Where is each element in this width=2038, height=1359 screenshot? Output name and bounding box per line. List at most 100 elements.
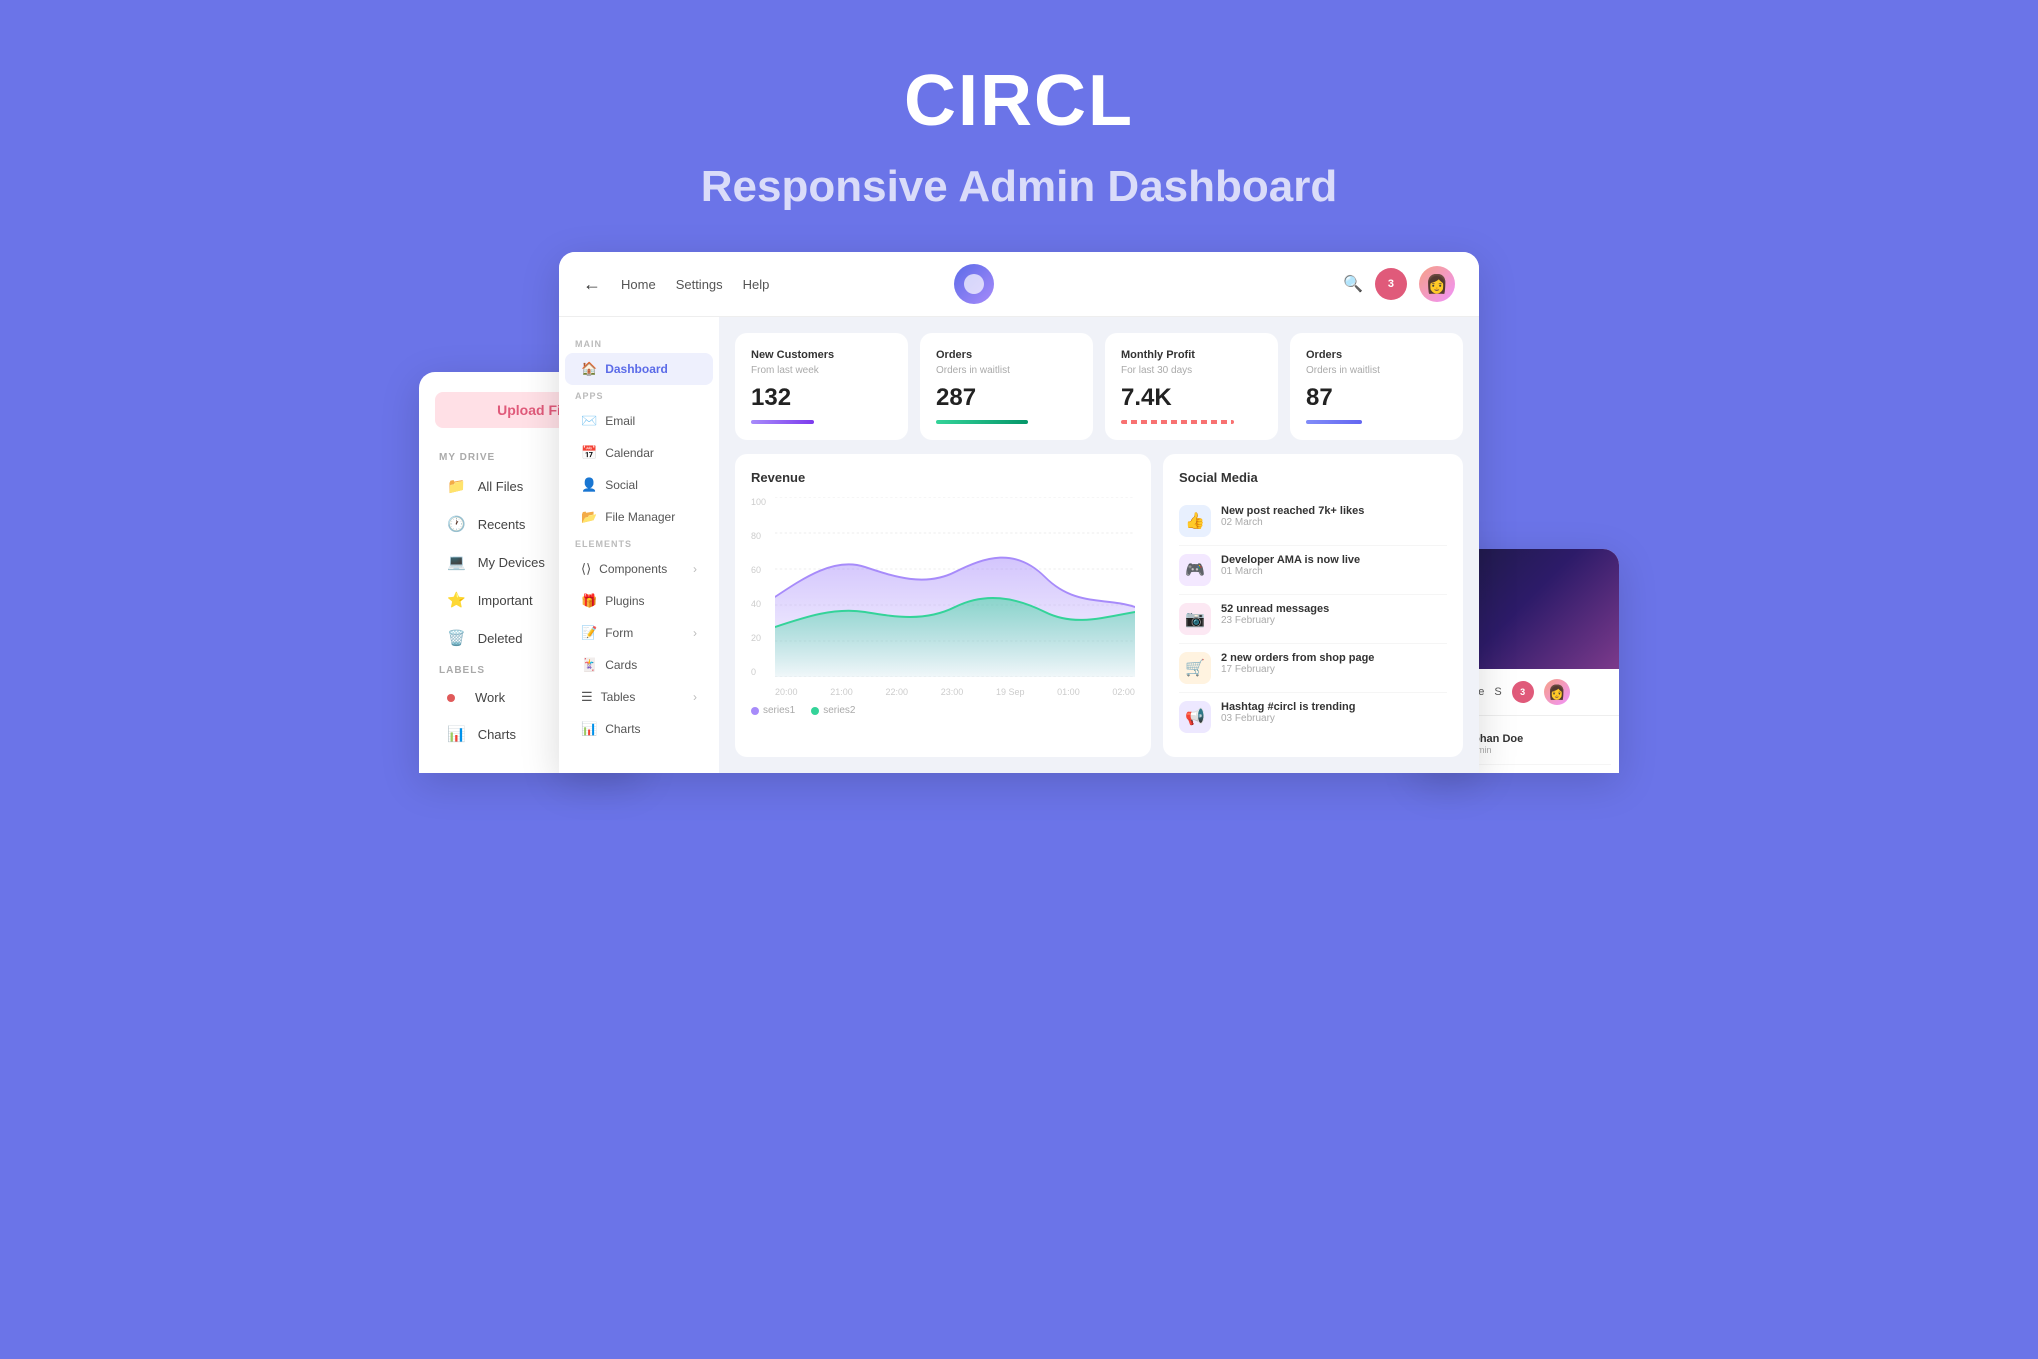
settings-link-right[interactable]: S [1494, 686, 1501, 698]
form-icon: 📝 [581, 625, 597, 641]
stat-title-1: Orders [936, 349, 1077, 361]
social-icon-3: 🛒 [1179, 652, 1211, 684]
device-icon: 💻 [447, 553, 466, 571]
avatar-right[interactable]: 👩 [1544, 679, 1570, 705]
email-icon: ✉️ [581, 413, 597, 429]
stat-title-2: Monthly Profit [1121, 349, 1262, 361]
elements-section-label: Elements [559, 533, 719, 553]
sidebar-item-calendar[interactable]: 📅 Calendar [565, 437, 713, 469]
notif-badge-right[interactable]: 3 [1512, 681, 1534, 703]
sidebar-item-form[interactable]: 📝 Form [565, 617, 713, 649]
social-item-0[interactable]: 👍 New post reached 7k+ likes 02 March [1179, 497, 1447, 546]
chart-y-labels: 100 80 60 40 20 0 [751, 497, 775, 677]
back-button[interactable]: ← [583, 274, 601, 295]
sidebar-item-filemanager[interactable]: 📂 File Manager [565, 501, 713, 533]
folder-icon: 📁 [447, 477, 466, 495]
stat-sub-3: Orders in waitlist [1306, 365, 1447, 376]
sidebar-item-dashboard[interactable]: 🏠 Dashboard [565, 353, 713, 385]
avatar[interactable]: 👩 [1419, 266, 1455, 302]
stat-title-3: Orders [1306, 349, 1447, 361]
revenue-title: Revenue [751, 470, 1135, 485]
social-text-2: 52 unread messages 23 February [1221, 603, 1329, 626]
stat-sub-0: From last week [751, 365, 892, 376]
stat-bar-2 [1121, 420, 1234, 424]
home-icon: 🏠 [581, 361, 597, 377]
legend-series2: series2 [811, 705, 855, 716]
nav-links: Home Settings Help [621, 277, 769, 292]
sidebar-item-components[interactable]: ⟨⟩ Components [565, 553, 713, 585]
components-icon: ⟨⟩ [581, 561, 591, 577]
notification-badge[interactable]: 3 [1375, 268, 1407, 300]
social-icon-4: 📢 [1179, 701, 1211, 733]
social-icon: 👤 [581, 477, 597, 493]
stat-row-1: 287 [936, 384, 1077, 412]
stat-sub-2: For last 30 days [1121, 365, 1262, 376]
social-item-3[interactable]: 🛒 2 new orders from shop page 17 Februar… [1179, 644, 1447, 693]
sidebar-item-plugins[interactable]: 🎁 Plugins [565, 585, 713, 617]
right-actions: 🔍 3 👩 [1343, 266, 1455, 302]
social-icon-1: 🎮 [1179, 554, 1211, 586]
revenue-card: Revenue 100 80 60 40 20 0 [735, 454, 1151, 757]
social-icon-0: 👍 [1179, 505, 1211, 537]
social-card: Social Media 👍 New post reached 7k+ like… [1163, 454, 1463, 757]
top-nav: ← Home Settings Help 🔍 3 👩 [559, 252, 1479, 317]
social-title: Social Media [1179, 470, 1447, 485]
series2-dot [811, 707, 819, 715]
stat-card-2: Monthly Profit For last 30 days 7.4K [1105, 333, 1278, 440]
chart-x-labels: 20:00 21:00 22:00 23:00 19 Sep 01:00 02:… [775, 687, 1135, 697]
plugin-icon: 🎁 [581, 593, 597, 609]
hero-section: CIRCL Responsive Admin Dashboard [0, 0, 2038, 252]
main-section-label: Main [559, 333, 719, 353]
nav-help[interactable]: Help [743, 277, 770, 292]
nav-settings[interactable]: Settings [676, 277, 723, 292]
nav-home[interactable]: Home [621, 277, 656, 292]
sidebar-item-cards[interactable]: 🃏 Cards [565, 649, 713, 681]
social-text-4: Hashtag #circl is trending 03 February [1221, 701, 1355, 724]
main-content: New Customers From last week 132 Orders … [719, 317, 1479, 773]
files-icon: 📂 [581, 509, 597, 525]
stat-card-0: New Customers From last week 132 [735, 333, 908, 440]
stat-row-0: 132 [751, 384, 892, 412]
charts-sidebar-icon: 📊 [581, 721, 597, 737]
calendar-icon: 📅 [581, 445, 597, 461]
chart-container: 100 80 60 40 20 0 [751, 497, 1135, 697]
red-dot-icon [447, 694, 455, 702]
social-item-2[interactable]: 📷 52 unread messages 23 February [1179, 595, 1447, 644]
hero-subtitle: Responsive Admin Dashboard [20, 162, 2018, 212]
dash-body: Main 🏠 Dashboard Apps ✉️ Email 📅 Calenda… [559, 317, 1479, 773]
revenue-chart-svg [775, 497, 1135, 677]
search-icon[interactable]: 🔍 [1343, 274, 1363, 294]
social-icon-2: 📷 [1179, 603, 1211, 635]
social-item-1[interactable]: 🎮 Developer AMA is now live 01 March [1179, 546, 1447, 595]
social-text-3: 2 new orders from shop page 17 February [1221, 652, 1374, 675]
stats-row: New Customers From last week 132 Orders … [735, 333, 1463, 440]
stat-value-3: 87 [1306, 384, 1333, 412]
sidebar: Main 🏠 Dashboard Apps ✉️ Email 📅 Calenda… [559, 317, 719, 773]
chart-icon: 📊 [447, 725, 466, 743]
stat-bar-0 [751, 420, 814, 424]
stat-value-1: 287 [936, 384, 976, 412]
stat-title-0: New Customers [751, 349, 892, 361]
sidebar-item-email[interactable]: ✉️ Email [565, 405, 713, 437]
bottom-row: Revenue 100 80 60 40 20 0 [735, 454, 1463, 757]
clock-icon: 🕐 [447, 515, 466, 533]
sidebar-item-social[interactable]: 👤 Social [565, 469, 713, 501]
sidebar-item-charts[interactable]: 📊 Charts [565, 713, 713, 745]
stat-card-1: Orders Orders in waitlist 287 [920, 333, 1093, 440]
tables-icon: ☰ [581, 689, 593, 705]
series1-dot [751, 707, 759, 715]
stat-bar-3 [1306, 420, 1362, 424]
stat-bar-1 [936, 420, 1028, 424]
sidebar-item-tables[interactable]: ☰ Tables [565, 681, 713, 713]
apps-section-label: Apps [559, 385, 719, 405]
stat-row-2: 7.4K [1121, 384, 1262, 412]
social-text-0: New post reached 7k+ likes 02 March [1221, 505, 1364, 528]
social-item-4[interactable]: 📢 Hashtag #circl is trending 03 February [1179, 693, 1447, 741]
stat-row-3: 87 [1306, 384, 1447, 412]
hero-title: CIRCL [20, 60, 2018, 142]
legend-series1: series1 [751, 705, 795, 716]
stat-sub-1: Orders in waitlist [936, 365, 1077, 376]
stat-value-0: 132 [751, 384, 791, 412]
dashboard-preview: Upload Fi MY DRIVE 📁 All Files 🕐 Recents… [419, 252, 1619, 773]
legend-row: series1 series2 [751, 705, 1135, 716]
